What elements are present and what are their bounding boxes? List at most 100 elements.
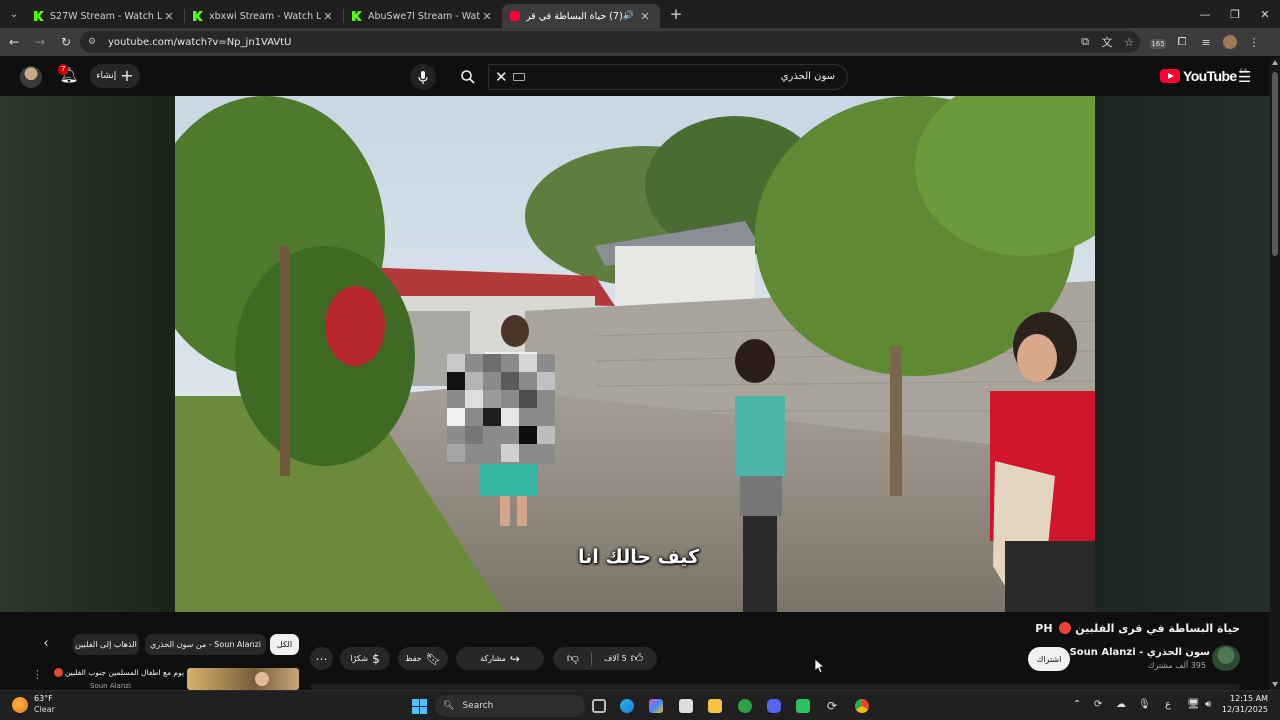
recommendation-more-icon[interactable]: ⋮ xyxy=(32,668,43,681)
kick-icon xyxy=(193,11,203,21)
thanks-label: شكرًا xyxy=(350,654,369,663)
network-icon[interactable]: 🖥︎ xyxy=(1187,699,1200,710)
share-label: مشاركة xyxy=(480,654,506,663)
windows-taskbar: 63°F Clear 🔍︎ Search ⟳ ⌃ ⟳ ☁ 🎙︎ ع 🖥︎ 🔊︎ … xyxy=(0,690,1280,720)
address-bar[interactable]: ⚙ youtube.com/watch?v=Np_jn1VAVtU ⧉ 文 ☆ xyxy=(80,31,1140,53)
chip-from-channel[interactable]: من سون الحذري - Soun Alanzi xyxy=(145,634,266,655)
close-tab-icon[interactable]: ✕ xyxy=(638,10,652,23)
cloud-icon[interactable]: ☁ xyxy=(1116,699,1126,710)
green-app-icon[interactable] xyxy=(793,696,813,716)
show-hidden-icons-chevron-icon[interactable]: ⌃ xyxy=(1073,699,1081,710)
recommendation-channel: Soun Alanzi xyxy=(90,682,131,690)
browser-tab-4-active[interactable]: (7) حياة البساطة في قرى الفل 🔊 ✕ xyxy=(502,4,660,28)
open-in-app-icon[interactable]: ⧉ xyxy=(1074,35,1096,49)
tab-search-menu-icon[interactable]: ⌄ xyxy=(2,4,26,24)
input-language[interactable]: ع xyxy=(1165,699,1171,710)
thanks-button[interactable]: $ شكرًا xyxy=(340,647,390,670)
edge-browser-icon[interactable] xyxy=(617,696,637,716)
window-controls: — ❐ ✕ xyxy=(1190,0,1280,28)
thumbs-up-icon: 👍︎ xyxy=(630,651,644,665)
windows-start-icon[interactable] xyxy=(409,696,429,716)
close-tab-icon[interactable]: ✕ xyxy=(162,10,176,23)
account-avatar[interactable] xyxy=(20,66,42,88)
video-frame xyxy=(175,96,1095,612)
forward-arrow-icon[interactable]: → xyxy=(28,30,52,54)
omnibox-actions: ⧉ 文 ☆ xyxy=(1074,31,1140,53)
discord-icon[interactable] xyxy=(764,696,784,716)
file-explorer-icon[interactable] xyxy=(705,696,725,716)
recommendation-title[interactable]: يوم مع اطفال المسلمين جنوب الفلبين PH xyxy=(50,668,184,677)
weather-condition: Clear xyxy=(34,705,55,714)
refresh-app-icon[interactable]: ⟳ xyxy=(822,696,842,716)
extensions-puzzle-icon[interactable]: ⧠ xyxy=(1170,35,1194,49)
copilot-icon[interactable] xyxy=(646,696,666,716)
browser-tab-2[interactable]: xbxwi Stream - Watch Live on K ✕ xyxy=(185,4,343,28)
super-thanks-icon: $ xyxy=(372,651,380,666)
chip-all[interactable]: الكل xyxy=(270,634,299,655)
calculator-icon[interactable] xyxy=(676,696,696,716)
channel-avatar[interactable] xyxy=(1212,645,1240,671)
chip-goto-philippines[interactable]: الذهاب إلى الفلبين xyxy=(73,634,139,655)
browser-toolbar: ← → ↻ ⚙ youtube.com/watch?v=Np_jn1VAVtU … xyxy=(0,28,1280,56)
like-count: 5 آلاف xyxy=(603,654,627,663)
profile-avatar[interactable] xyxy=(1223,35,1237,49)
taskbar-search[interactable]: 🔍︎ Search xyxy=(435,695,585,717)
minimize-icon[interactable]: — xyxy=(1190,0,1220,28)
more-actions-icon[interactable]: ⋯ xyxy=(310,647,333,670)
bookmark-icon: 🔖︎ xyxy=(425,651,441,666)
extension-badge-icon[interactable]: 165 xyxy=(1146,36,1170,49)
chrome-icon[interactable] xyxy=(852,696,872,716)
back-arrow-icon[interactable]: ← xyxy=(2,30,26,54)
video-player[interactable] xyxy=(175,96,1095,612)
sync-icon[interactable]: ⟳ xyxy=(1094,699,1102,710)
video-title: حياة البساطة في قرى الفلبين PH xyxy=(1035,622,1240,635)
like-dislike-group: 👎︎ 👍︎ 5 آلاف xyxy=(553,647,657,670)
restore-icon[interactable]: ❐ xyxy=(1220,0,1250,28)
subscribe-button[interactable]: اشتراك xyxy=(1028,647,1070,671)
chevron-left-icon[interactable]: ‹ xyxy=(38,636,54,652)
browser-tab-1[interactable]: S27W Stream - Watch Live on K ✕ xyxy=(26,4,184,28)
new-tab-button[interactable]: + xyxy=(664,5,688,23)
xbox-icon[interactable] xyxy=(735,696,755,716)
translate-icon[interactable]: 文 xyxy=(1096,34,1118,50)
volume-icon[interactable]: 🔊︎ xyxy=(1205,699,1211,710)
scroll-up-arrow-icon[interactable] xyxy=(1272,60,1278,65)
voice-search-mic-icon[interactable] xyxy=(410,64,436,90)
microphone-icon[interactable]: 🎙︎ xyxy=(1138,699,1151,710)
taskbar-search-label: Search xyxy=(462,701,494,711)
search-input[interactable]: ✕ سون الحذري xyxy=(488,64,848,90)
task-view-icon[interactable] xyxy=(589,696,609,716)
reading-list-icon[interactable]: ≡ xyxy=(1194,36,1218,49)
youtube-logo[interactable]: YouTube SA xyxy=(1160,68,1248,84)
recommendation-thumbnail[interactable] xyxy=(187,668,299,690)
video-title-text: حياة البساطة في قرى الفلبين xyxy=(1075,622,1240,635)
kick-icon xyxy=(352,11,362,21)
youtube-wordmark: YouTube xyxy=(1183,68,1237,84)
extensions-area: 165 ⧠ ≡ ⋮ xyxy=(1146,31,1266,53)
channel-name[interactable]: سون الحذري - Soun Alanzi xyxy=(1056,647,1210,658)
weather-moon-icon[interactable] xyxy=(12,697,28,713)
share-button[interactable]: ↪ مشاركة xyxy=(456,647,544,670)
keyboard-icon[interactable] xyxy=(513,73,525,81)
dislike-button[interactable]: 👎︎ xyxy=(559,651,587,666)
clear-search-icon[interactable]: ✕ xyxy=(495,68,508,86)
reload-icon[interactable]: ↻ xyxy=(54,30,78,54)
search-icon: 🔍︎ xyxy=(443,701,455,711)
clock-date[interactable]: 12/31/2025 xyxy=(1222,705,1268,714)
browser-tab-3[interactable]: AbuSwe7l Stream - Watch Live ✕ xyxy=(344,4,502,28)
guide-menu-icon[interactable]: ☰ xyxy=(1238,68,1251,86)
scrollbar-thumb[interactable] xyxy=(1272,72,1278,256)
scroll-down-arrow-icon[interactable] xyxy=(1272,682,1278,687)
audio-playing-icon[interactable]: 🔊 xyxy=(623,11,634,21)
search-icon[interactable] xyxy=(454,64,482,90)
site-info-icon[interactable]: ⚙ xyxy=(88,37,102,47)
like-button[interactable]: 👍︎ 5 آلاف xyxy=(596,651,651,666)
browser-menu-icon[interactable]: ⋮ xyxy=(1242,36,1266,49)
close-tab-icon[interactable]: ✕ xyxy=(321,10,335,23)
save-button[interactable]: 🔖︎ حفظ xyxy=(398,647,448,670)
close-window-icon[interactable]: ✕ xyxy=(1250,0,1280,28)
bookmark-star-icon[interactable]: ☆ xyxy=(1118,36,1140,49)
close-tab-icon[interactable]: ✕ xyxy=(480,10,494,23)
clock-time[interactable]: 12:15 AM xyxy=(1230,694,1268,703)
create-button[interactable]: إنشاء + xyxy=(90,64,140,88)
